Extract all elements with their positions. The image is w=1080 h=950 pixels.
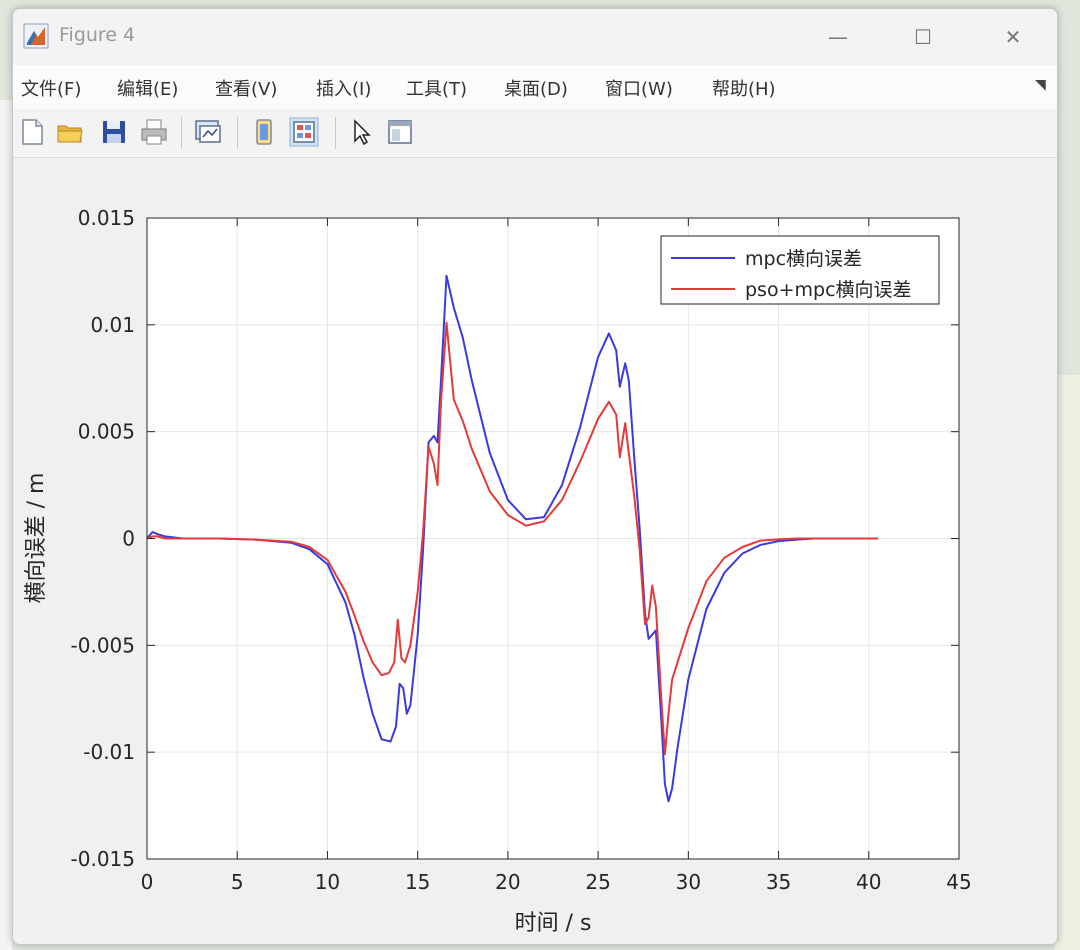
hide-plot-tools-icon[interactable] [249, 117, 279, 147]
y-tick-label: 0.01 [90, 313, 135, 337]
y-tick-label: -0.015 [71, 847, 135, 871]
open-file-icon[interactable] [55, 117, 85, 147]
x-tick-label: 10 [315, 870, 340, 894]
toolbar-separator [237, 117, 238, 149]
x-tick-label: 20 [495, 870, 520, 894]
x-tick-label: 45 [946, 870, 971, 894]
background-desktop-right [1055, 375, 1080, 950]
close-button[interactable]: ✕ [983, 17, 1043, 57]
x-tick-label: 30 [676, 870, 701, 894]
title-bar[interactable]: Figure 4 — ☐ ✕ [13, 9, 1057, 65]
legend-label-mpc: mpc横向误差 [745, 248, 862, 270]
menu-overflow-icon[interactable]: ◥ [1035, 77, 1046, 93]
figure-window: Figure 4 — ☐ ✕ 文件(F) 编辑(E) 查看(V) 插入(I) 工… [12, 8, 1058, 945]
new-figure-icon[interactable] [17, 117, 47, 147]
x-tick-label: 35 [766, 870, 791, 894]
x-tick-label: 5 [231, 870, 244, 894]
x-tick-label: 15 [405, 870, 430, 894]
show-plot-tools-icon[interactable] [289, 117, 319, 147]
print-icon[interactable] [139, 117, 169, 147]
y-axis-label: 横向误差 / m [24, 473, 49, 604]
y-tick-label: 0.015 [78, 206, 135, 230]
menu-insert[interactable]: 插入(I) [316, 75, 371, 101]
close-icon: ✕ [1004, 25, 1022, 49]
menu-desktop[interactable]: 桌面(D) [504, 75, 568, 101]
window-title: Figure 4 [59, 24, 136, 46]
y-tick-label: -0.01 [83, 740, 135, 764]
x-tick-label: 0 [141, 870, 154, 894]
menu-window[interactable]: 窗口(W) [605, 75, 673, 101]
legend[interactable]: mpc横向误差 pso+mpc横向误差 [660, 235, 940, 305]
maximize-icon: ☐ [914, 25, 932, 49]
matlab-figure-icon [23, 23, 49, 49]
menu-help[interactable]: 帮助(H) [712, 75, 776, 101]
line-chart[interactable]: 0 5 10 15 20 25 30 35 40 45 -0.015 -0.01 -0.005 0 0.00… [13, 158, 1057, 944]
open-property-inspector-icon[interactable] [385, 117, 415, 147]
y-tick-label: 0 [122, 527, 135, 551]
link-plot-icon[interactable] [193, 117, 223, 147]
figure-canvas: 0 5 10 15 20 25 30 35 40 45 -0.015 -0.01 -0.005 0 0.00… [13, 158, 1057, 944]
figure-toolbar [13, 109, 1057, 158]
background-desktop-left [0, 100, 12, 950]
save-icon[interactable] [99, 117, 129, 147]
minimize-icon: — [828, 25, 848, 49]
toolbar-separator [181, 117, 182, 149]
legend-label-pso-mpc: pso+mpc横向误差 [745, 279, 912, 301]
menu-view[interactable]: 查看(V) [215, 75, 277, 101]
x-tick-label: 25 [585, 870, 610, 894]
menu-file[interactable]: 文件(F) [21, 75, 81, 101]
toolbar-separator [335, 117, 336, 149]
minimize-button[interactable]: — [808, 17, 868, 57]
edit-plot-icon[interactable] [347, 117, 377, 147]
maximize-button[interactable]: ☐ [893, 17, 953, 57]
x-tick-label: 40 [856, 870, 881, 894]
menu-edit[interactable]: 编辑(E) [117, 75, 178, 101]
x-axis-label: 时间 / s [515, 911, 592, 936]
y-tick-label: -0.005 [71, 633, 135, 657]
menu-tools[interactable]: 工具(T) [406, 75, 467, 101]
y-tick-label: 0.005 [78, 420, 135, 444]
